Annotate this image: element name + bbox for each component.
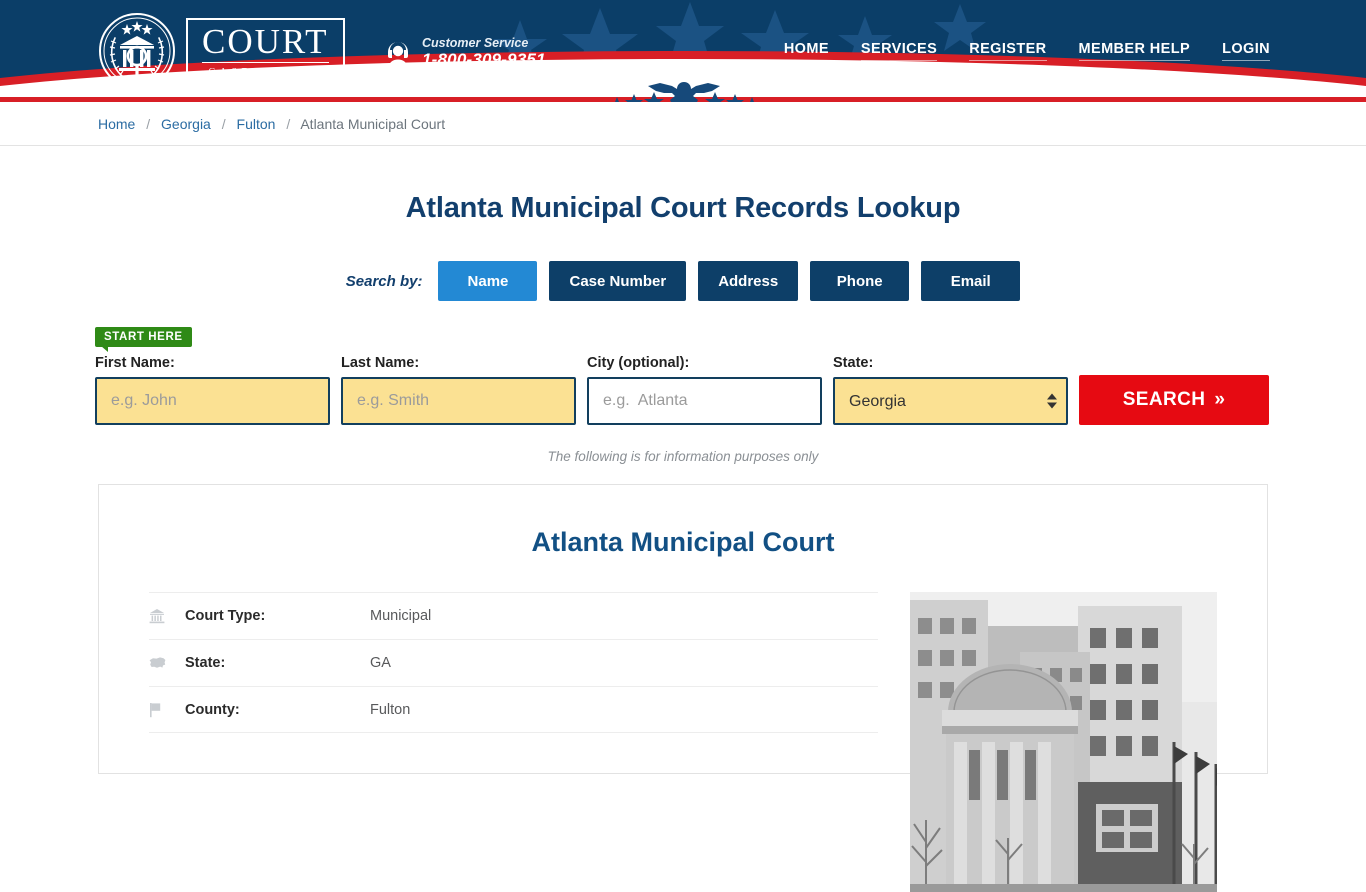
- search-form: START HERE First Name: Last Name: City (…: [95, 327, 1271, 425]
- last-name-input[interactable]: [341, 377, 576, 425]
- customer-service-phone[interactable]: 1-800-309-9351: [422, 50, 546, 70]
- court-details-table: Court Type: Municipal State: GA: [149, 592, 878, 892]
- breadcrumb-separator: /: [222, 116, 226, 132]
- nav-register[interactable]: REGISTER: [969, 41, 1046, 61]
- breadcrumb-separator: /: [286, 116, 290, 132]
- disclaimer-text: The following is for information purpose…: [0, 449, 1366, 464]
- nav-services[interactable]: SERVICES: [861, 41, 937, 61]
- tab-email[interactable]: Email: [921, 261, 1020, 301]
- detail-value: Municipal: [370, 608, 431, 624]
- detail-value: GA: [370, 655, 391, 671]
- courthouse-building-photo: [910, 592, 1217, 892]
- first-name-group: First Name:: [95, 355, 330, 425]
- breadcrumb-item-georgia[interactable]: Georgia: [161, 116, 211, 132]
- table-row: Court Type: Municipal: [149, 592, 878, 639]
- state-group: State: Georgia: [833, 355, 1068, 425]
- headset-support-icon: [383, 38, 413, 68]
- court-info-card: Atlanta Municipal Court Court Type:: [98, 484, 1268, 774]
- first-name-input[interactable]: [95, 377, 330, 425]
- breadcrumb: Home / Georgia / Fulton / Atlanta Munici…: [98, 116, 445, 132]
- city-label: City (optional):: [587, 355, 822, 371]
- main-nav: HOME SERVICES REGISTER MEMBER HELP LOGIN: [784, 41, 1270, 61]
- city-group: City (optional):: [587, 355, 822, 425]
- tab-phone[interactable]: Phone: [810, 261, 909, 301]
- logo-wordmark: COURT CASE FINDER: [186, 18, 345, 85]
- detail-label: Court Type:: [185, 608, 370, 624]
- tab-address[interactable]: Address: [698, 261, 798, 301]
- flag-icon: [149, 702, 185, 718]
- breadcrumb-separator: /: [146, 116, 150, 132]
- table-row: County: Fulton: [149, 686, 878, 733]
- nav-login[interactable]: LOGIN: [1222, 41, 1270, 61]
- tab-name[interactable]: Name: [438, 261, 537, 301]
- site-logo[interactable]: COURT CASE FINDER: [98, 12, 345, 90]
- court-seal-icon: [98, 12, 176, 90]
- breadcrumb-item-home[interactable]: Home: [98, 116, 135, 132]
- state-select[interactable]: Georgia: [833, 377, 1068, 425]
- breadcrumb-item-current: Atlanta Municipal Court: [300, 116, 445, 132]
- detail-label: State:: [185, 655, 370, 671]
- us-map-icon: [149, 656, 185, 670]
- logo-subtitle: CASE FINDER: [202, 67, 329, 78]
- last-name-group: Last Name:: [341, 355, 576, 425]
- nav-home[interactable]: HOME: [784, 41, 829, 61]
- state-label: State:: [833, 355, 1068, 371]
- breadcrumb-bar: Home / Georgia / Fulton / Atlanta Munici…: [0, 102, 1366, 146]
- search-button-label: SEARCH: [1123, 389, 1206, 411]
- customer-service-label: Customer Service: [422, 36, 546, 50]
- detail-label: County:: [185, 702, 370, 718]
- detail-value: Fulton: [370, 702, 410, 718]
- search-by-tabs: Search by: Name Case Number Address Phon…: [0, 261, 1366, 301]
- logo-title: COURT: [202, 24, 329, 63]
- court-name-title: Atlanta Municipal Court: [149, 527, 1217, 558]
- page-title: Atlanta Municipal Court Records Lookup: [0, 192, 1366, 225]
- breadcrumb-item-fulton[interactable]: Fulton: [237, 116, 276, 132]
- site-header: COURT CASE FINDER Customer Service 1-800…: [0, 0, 1366, 102]
- tab-case-number[interactable]: Case Number: [549, 261, 686, 301]
- first-name-label: First Name:: [95, 355, 330, 371]
- customer-service-block[interactable]: Customer Service 1-800-309-9351: [383, 36, 546, 70]
- table-row: State: GA: [149, 639, 878, 686]
- start-here-badge: START HERE: [95, 327, 192, 347]
- double-chevron-right-icon: »: [1214, 389, 1225, 411]
- search-by-label: Search by:: [346, 273, 423, 290]
- search-button[interactable]: SEARCH »: [1079, 375, 1269, 425]
- eagle-stars-emblem: [592, 80, 777, 102]
- courthouse-icon: [149, 608, 185, 624]
- city-input[interactable]: [587, 377, 822, 425]
- last-name-label: Last Name:: [341, 355, 576, 371]
- nav-member-help[interactable]: MEMBER HELP: [1079, 41, 1191, 61]
